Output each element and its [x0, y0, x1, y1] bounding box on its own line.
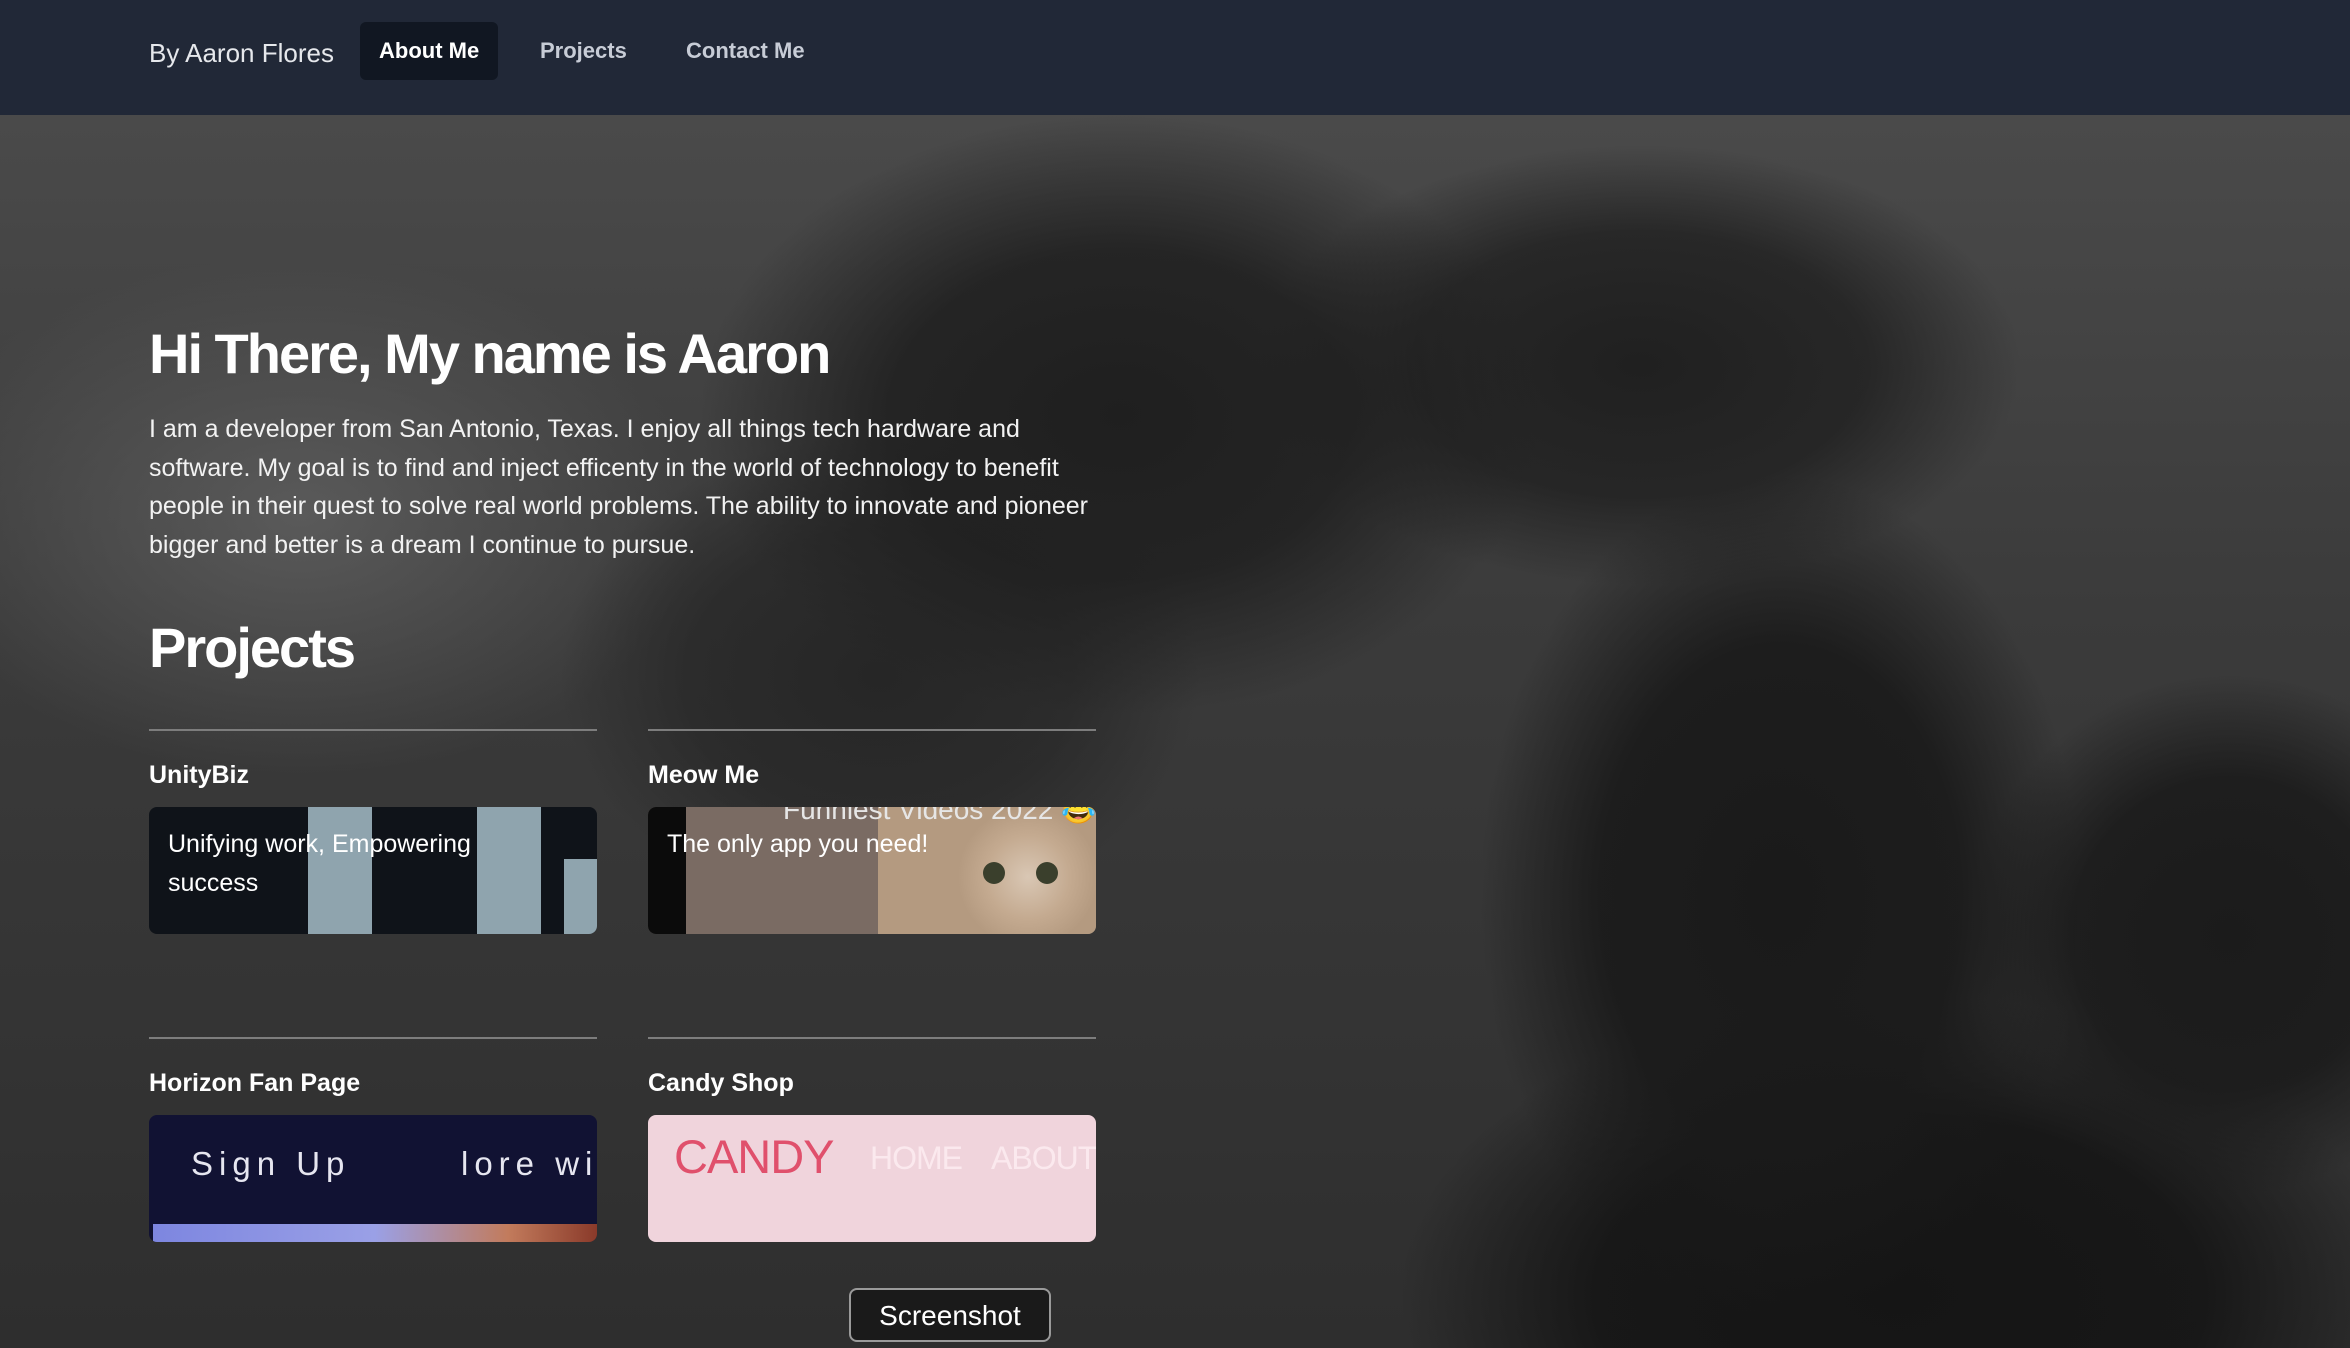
screenshot-button[interactable]: Screenshot: [849, 1288, 1051, 1342]
projects-title: Projects: [149, 616, 356, 679]
project-card-meow-me: Meow Me Funniest Videos 2022 😂 The only …: [648, 729, 1096, 934]
thumb-about-link: ABOUT: [991, 1140, 1096, 1176]
thumb-video-title: Funniest Videos 2022 😂: [783, 807, 1096, 825]
divider: [648, 1037, 1096, 1039]
nav-about-me[interactable]: About Me: [360, 22, 499, 80]
project-thumbnail[interactable]: CANDY HOME ABOUT: [648, 1115, 1096, 1242]
project-title: Horizon Fan Page: [149, 1069, 361, 1097]
thumb-bar: [564, 859, 597, 934]
nav-contact-me[interactable]: Contact Me: [667, 22, 824, 80]
project-card-candy-shop: Candy Shop CANDY HOME ABOUT: [648, 1037, 1096, 1242]
divider: [648, 729, 1096, 731]
project-caption: Unifying work, Empowering success: [168, 830, 471, 897]
hero-title: Hi There, My name is Aaron: [149, 322, 831, 385]
project-title: Candy Shop: [648, 1069, 794, 1097]
cat-eye: [983, 862, 1005, 884]
thumb-home-link: HOME: [870, 1140, 963, 1176]
thumb-candy-logo: CANDY: [674, 1130, 835, 1183]
project-title: UnityBiz: [149, 761, 249, 789]
project-thumbnail[interactable]: Sign Up lore wi: [149, 1115, 597, 1242]
divider: [149, 1037, 597, 1039]
brand-title[interactable]: By Aaron Flores: [149, 36, 334, 70]
thumb-signup-text: Sign Up: [191, 1145, 351, 1182]
navbar: By Aaron Flores About Me Projects Contac…: [0, 0, 2350, 115]
hero-text: I am a developer from San Antonio, Texas…: [149, 415, 1088, 559]
project-title: Meow Me: [648, 761, 760, 789]
thumb-lore-text: lore wi: [461, 1145, 597, 1182]
cat-eye: [1036, 862, 1058, 884]
nav-projects[interactable]: Projects: [521, 22, 646, 80]
project-card-horizon: Horizon Fan Page Sign Up lore wi: [149, 1037, 597, 1242]
thumb-strip: [153, 1224, 597, 1242]
project-caption: The only app you need!: [667, 830, 929, 858]
project-card-unitybiz: UnityBiz Unifying work, Empowering succe…: [149, 729, 597, 934]
project-thumbnail[interactable]: Unifying work, Empowering success: [149, 807, 597, 934]
project-thumbnail[interactable]: Funniest Videos 2022 😂 The only app you …: [648, 807, 1096, 934]
divider: [149, 729, 597, 731]
